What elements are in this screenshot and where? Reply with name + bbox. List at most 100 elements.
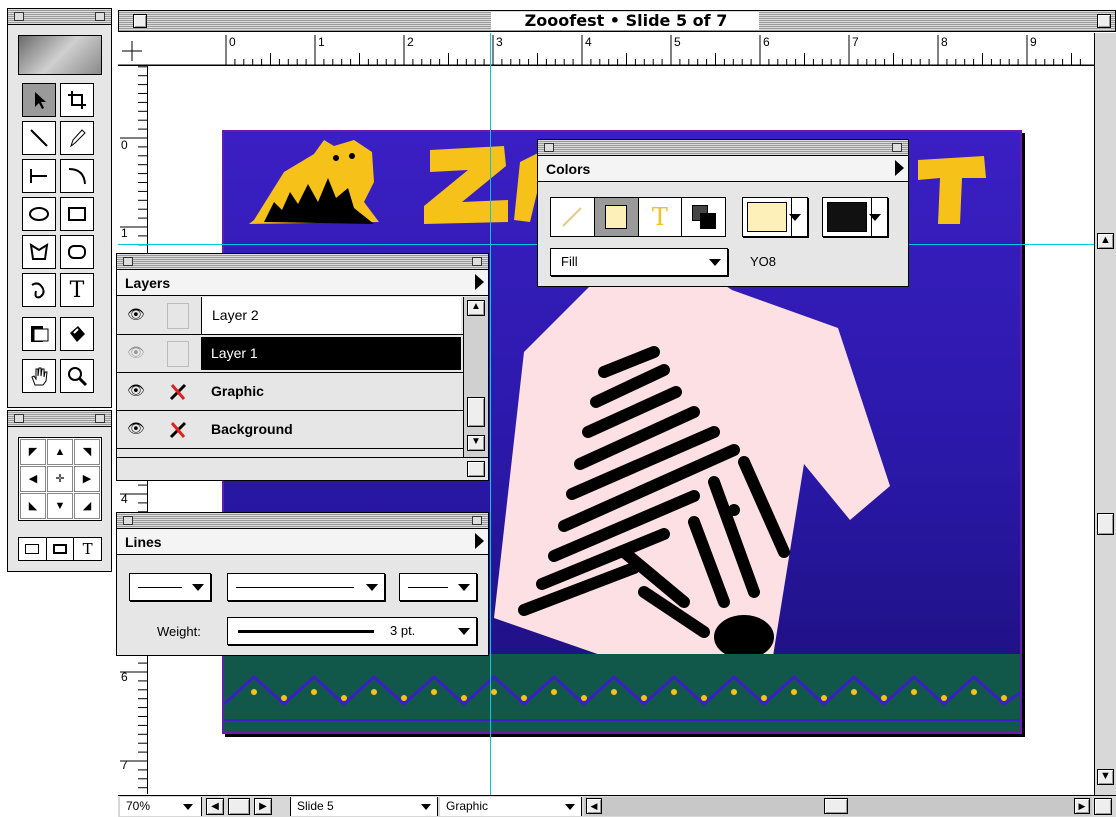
view-text-icon[interactable]: T (74, 538, 101, 560)
ruler-origin-icon[interactable] (118, 33, 148, 66)
colors-zoom-box[interactable] (892, 143, 902, 152)
toolbox-close-box[interactable] (14, 12, 24, 21)
visibility-eye-icon[interactable]: 👁 (127, 383, 145, 399)
lines-zoom-box[interactable] (472, 516, 482, 525)
layers-menu-icon[interactable] (475, 274, 484, 290)
lock-box-icon[interactable] (167, 303, 189, 329)
fill-color-mode-icon[interactable] (594, 198, 639, 236)
connector-tool-icon[interactable] (22, 159, 56, 193)
lock-box-icon[interactable] (167, 341, 189, 367)
nudge-up-left-icon[interactable]: ◤ (20, 439, 46, 465)
fill-color-swatch-dropdown[interactable] (742, 197, 808, 237)
rounded-rect-tool-icon[interactable] (60, 235, 94, 269)
line-style-dropdown[interactable] (227, 573, 385, 601)
freeform-tool-icon[interactable] (22, 273, 56, 307)
window-close-box[interactable] (133, 14, 147, 28)
link-tool-icon[interactable] (22, 317, 56, 351)
layers-title-bar[interactable] (117, 254, 488, 270)
nudge-title-bar[interactable] (8, 411, 111, 427)
nudge-left-icon[interactable]: ◀ (20, 466, 46, 492)
line-end-dropdown[interactable] (399, 573, 477, 601)
nudge-up-right-icon[interactable]: ◥ (74, 439, 100, 465)
nudge-center-icon[interactable]: ✛ (47, 466, 73, 492)
left-ruler-label-4: 4 (121, 492, 128, 506)
vertical-guide[interactable] (490, 33, 491, 795)
toolbox-title-bar[interactable] (8, 9, 111, 25)
scroll-up-icon[interactable]: ▲ (1097, 233, 1114, 249)
visibility-eye-icon[interactable]: 👁 (127, 307, 145, 323)
colors-close-box[interactable] (544, 143, 554, 152)
text-color-mode-icon[interactable]: T (639, 198, 683, 236)
scroll-right-icon[interactable]: ▶ (1074, 798, 1090, 814)
crop-tool-icon[interactable] (60, 83, 94, 117)
nudge-down-left-icon[interactable]: ◣ (20, 493, 46, 519)
rectangle-tool-icon[interactable] (60, 197, 94, 231)
layer-row[interactable]: 👁 Layer 1 (117, 335, 463, 373)
layer-row[interactable]: 👁 Background (117, 411, 463, 449)
nudge-zoom-box[interactable] (95, 414, 105, 423)
layers-title: Layers (125, 275, 171, 291)
scroll-left-icon[interactable]: ◀ (586, 798, 602, 814)
horizontal-scrollbar[interactable]: ◀ ▶ (584, 797, 1092, 816)
pointer-tool-icon[interactable] (22, 83, 56, 117)
nudge-down-icon[interactable]: ▼ (47, 493, 73, 519)
window-resize-icon[interactable] (1094, 798, 1112, 815)
line-weight-dropdown[interactable]: 3 pt. (227, 617, 477, 645)
layer-name: Background (211, 421, 293, 437)
line-color-swatch-dropdown[interactable] (822, 197, 888, 237)
previous-slide-icon[interactable]: ◀ (206, 798, 224, 815)
visibility-eye-icon[interactable]: 👁 (127, 421, 145, 437)
lines-header: Lines (117, 529, 488, 555)
nudge-up-icon[interactable]: ▲ (47, 439, 73, 465)
scroll-thumb[interactable] (1097, 513, 1114, 535)
polygon-tool-icon[interactable] (22, 235, 56, 269)
nudge-close-box[interactable] (14, 414, 24, 423)
line-start-dropdown[interactable] (129, 573, 211, 601)
window-title-bar[interactable]: Zooofest • Slide 5 of 7 (118, 10, 1116, 32)
colors-title-bar[interactable] (538, 140, 908, 156)
layers-scroll-down-icon[interactable]: ▼ (467, 435, 485, 451)
layers-resize-icon[interactable] (467, 461, 485, 477)
layers-scrollbar[interactable]: ▲ ▼ (463, 297, 488, 457)
scroll-down-icon[interactable]: ▼ (1097, 769, 1114, 785)
hscroll-thumb[interactable] (824, 798, 848, 814)
next-slide-icon[interactable]: ▶ (254, 798, 272, 815)
vertical-scrollbar[interactable]: ▲ ▼ (1094, 33, 1116, 795)
nudge-down-right-icon[interactable]: ◢ (74, 493, 100, 519)
pencil-tool-icon[interactable] (60, 121, 94, 155)
fill-type-dropdown[interactable]: Fill (550, 248, 728, 276)
ellipse-tool-icon[interactable] (22, 197, 56, 231)
text-tool-icon[interactable]: T (60, 273, 94, 307)
layers-scroll-thumb[interactable] (467, 397, 485, 427)
zoom-tool-icon[interactable] (60, 359, 94, 393)
toolbox-zoom-box[interactable] (95, 12, 105, 21)
layer-row[interactable]: 👁 Layer 2 (117, 297, 463, 335)
paint-bucket-tool-icon[interactable] (60, 317, 94, 351)
colors-title: Colors (546, 161, 591, 177)
shadow-color-mode-icon[interactable] (682, 198, 725, 236)
view-outline-icon[interactable] (47, 538, 75, 560)
line-color-mode-icon[interactable] (551, 198, 595, 236)
lines-title-bar[interactable] (117, 513, 488, 529)
lines-menu-icon[interactable] (475, 533, 484, 549)
layers-close-box[interactable] (123, 257, 133, 266)
layer-dropdown[interactable]: Graphic (440, 797, 582, 816)
hand-tool-icon[interactable] (22, 359, 56, 393)
colors-menu-icon[interactable] (895, 160, 904, 176)
line-tool-icon[interactable] (22, 121, 56, 155)
layer-row[interactable]: 👁 Graphic (117, 373, 463, 411)
lines-close-box[interactable] (123, 516, 133, 525)
top-ruler: 0 1 2 3 4 5 6 7 8 9 (118, 33, 1094, 66)
nudge-right-icon[interactable]: ▶ (74, 466, 100, 492)
lock-pencil-crossed-icon[interactable] (167, 379, 189, 405)
slide-overview-icon[interactable] (228, 798, 250, 815)
layers-zoom-box[interactable] (472, 257, 482, 266)
visibility-eye-icon[interactable]: 👁 (127, 345, 145, 361)
view-normal-icon[interactable] (19, 538, 47, 560)
lock-pencil-crossed-icon[interactable] (167, 417, 189, 443)
slide-dropdown[interactable]: Slide 5 (290, 797, 438, 816)
window-zoom-box[interactable] (1097, 14, 1111, 28)
arc-tool-icon[interactable] (60, 159, 94, 193)
zoom-dropdown[interactable]: 70% (120, 797, 202, 816)
layers-scroll-up-icon[interactable]: ▲ (467, 300, 485, 316)
